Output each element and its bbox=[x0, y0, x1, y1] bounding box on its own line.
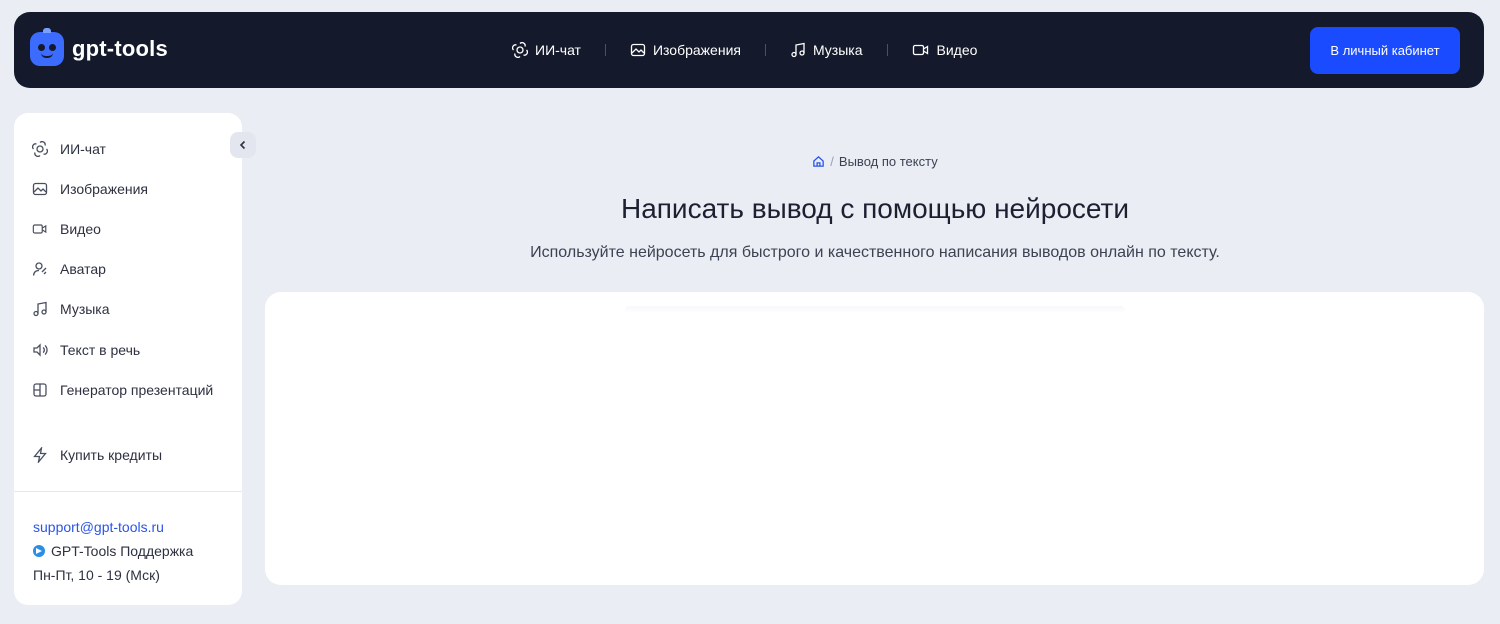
sidebar-item-presentation-generator[interactable]: Генератор презентаций bbox=[32, 382, 213, 398]
openai-icon bbox=[512, 42, 528, 58]
breadcrumb: / Вывод по тексту bbox=[265, 154, 1485, 169]
sidebar-divider bbox=[14, 491, 242, 492]
top-nav: ИИ-чат Изображения Музыка Видео bbox=[512, 38, 977, 62]
support-telegram-label: GPT-Tools Поддержка bbox=[51, 543, 194, 559]
personal-account-button[interactable]: В личный кабинет bbox=[1310, 27, 1460, 74]
topnav-label: Музыка bbox=[812, 42, 863, 58]
nav-separator bbox=[764, 44, 766, 56]
chevron-left-icon bbox=[238, 140, 248, 150]
sidebar-item-label: Аватар bbox=[60, 261, 106, 277]
breadcrumb-separator: / bbox=[830, 154, 834, 169]
sidebar-item-label: Текст в речь bbox=[60, 342, 141, 358]
page-subtitle: Используйте нейросеть для быстрого и кач… bbox=[530, 244, 1220, 261]
sidebar: ИИ-чат Изображения Видео Аватар Музыка Т… bbox=[14, 113, 242, 605]
top-header: gpt-tools ИИ-чат Изображения Музыка Виде… bbox=[14, 12, 1484, 88]
image-icon bbox=[630, 42, 646, 58]
logo-text: gpt-tools bbox=[72, 36, 168, 61]
home-icon[interactable] bbox=[812, 155, 825, 168]
music-icon bbox=[32, 301, 48, 317]
card-top-shade bbox=[625, 306, 1125, 314]
sidebar-item-music[interactable]: Музыка bbox=[32, 301, 110, 317]
music-icon bbox=[790, 42, 806, 58]
topnav-label: Изображения bbox=[652, 42, 741, 58]
image-icon bbox=[32, 181, 48, 197]
telegram-icon bbox=[33, 545, 45, 557]
page-title: Написать вывод с помощью нейросети bbox=[620, 193, 1130, 224]
sidebar-item-ai-chat[interactable]: ИИ-чат bbox=[32, 141, 106, 157]
sidebar-item-label: Музыка bbox=[60, 301, 110, 317]
sidebar-item-label: Видео bbox=[60, 221, 101, 237]
sidebar-item-label: Изображения bbox=[60, 181, 148, 197]
sidebar-item-text-to-speech[interactable]: Текст в речь bbox=[32, 342, 140, 358]
speaker-icon bbox=[32, 342, 48, 358]
nav-separator bbox=[604, 44, 606, 56]
tool-card bbox=[265, 292, 1484, 585]
topnav-label: Видео bbox=[936, 42, 978, 58]
collapse-sidebar-button[interactable] bbox=[230, 132, 256, 158]
sidebar-item-label: Генератор презентаций bbox=[60, 382, 214, 398]
topnav-item-ai-chat[interactable]: ИИ-чат bbox=[512, 42, 581, 58]
topnav-item-music[interactable]: Музыка bbox=[790, 42, 863, 58]
support-email-link[interactable]: support@gpt-tools.ru bbox=[33, 519, 164, 535]
presentation-icon bbox=[32, 382, 48, 398]
robot-logo-icon bbox=[30, 28, 64, 66]
sidebar-item-images[interactable]: Изображения bbox=[32, 181, 148, 197]
breadcrumb-current: Вывод по тексту bbox=[838, 154, 938, 169]
topnav-item-images[interactable]: Изображения bbox=[630, 42, 741, 58]
sidebar-item-video[interactable]: Видео bbox=[32, 221, 101, 237]
support-hours: Пн-Пт, 10 - 19 (Мск) bbox=[33, 567, 160, 583]
avatar-icon bbox=[32, 261, 48, 277]
video-icon bbox=[912, 42, 930, 58]
topnav-item-video[interactable]: Видео bbox=[912, 42, 978, 58]
openai-icon bbox=[32, 141, 48, 157]
buy-credits-link[interactable]: Купить кредиты bbox=[32, 447, 162, 463]
lightning-icon bbox=[32, 447, 48, 463]
sidebar-item-label: ИИ-чат bbox=[60, 141, 106, 157]
sidebar-item-avatar[interactable]: Аватар bbox=[32, 261, 106, 277]
support-block: support@gpt-tools.ru GPT-Tools Поддержка… bbox=[33, 515, 193, 587]
logo[interactable]: gpt-tools bbox=[30, 28, 168, 66]
video-icon bbox=[32, 221, 48, 237]
topnav-label: ИИ-чат bbox=[535, 42, 581, 58]
nav-separator bbox=[886, 44, 888, 56]
support-telegram-link[interactable]: GPT-Tools Поддержка bbox=[33, 539, 193, 563]
buy-credits-label: Купить кредиты bbox=[60, 447, 163, 463]
